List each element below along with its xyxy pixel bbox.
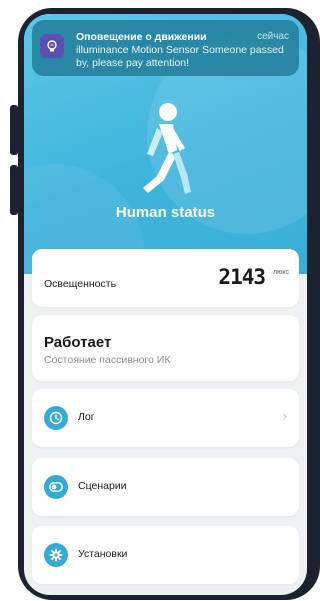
phone-side-button [10,105,18,155]
toggle-icon [44,475,68,499]
log-row[interactable]: Лог › [32,389,299,447]
scenes-row[interactable]: Сценарии [32,458,299,516]
log-label: Лог [78,411,95,423]
illuminance-label: Освещенность [44,278,117,290]
phone-side-button [10,165,18,215]
clock-icon [44,406,68,430]
motion-notification[interactable]: Оповещение о движении сейчас illuminance… [32,20,299,76]
walking-person-icon [143,103,191,194]
illuminance-unit: люкс [273,269,289,276]
notification-body: illuminance Motion Sensor Someone passed… [76,44,284,69]
settings-row[interactable]: Установки [32,526,299,584]
app-screen: Human status Оповещение о движении сейча… [24,14,307,595]
scenes-label: Сценарии [78,480,127,492]
pir-status-label: Состояние пассивного ИК [44,354,171,366]
gear-icon [44,543,68,567]
notification-time: сейчас [257,31,289,42]
chevron-right-icon: › [283,409,287,423]
hero-section: Human status Оповещение о движении сейча… [24,14,307,274]
bulb-icon [40,34,64,58]
illuminance-value: 2143 [218,265,266,289]
hero-title: Human status [115,204,216,221]
illuminance-card: Освещенность 2143 люкс [32,249,299,307]
pir-status-card: Работает Состояние пассивного ИК [32,315,299,381]
notification-title: Оповещение о движении [76,31,207,43]
pir-status-value: Работает [44,334,112,351]
settings-label: Установки [78,548,128,560]
